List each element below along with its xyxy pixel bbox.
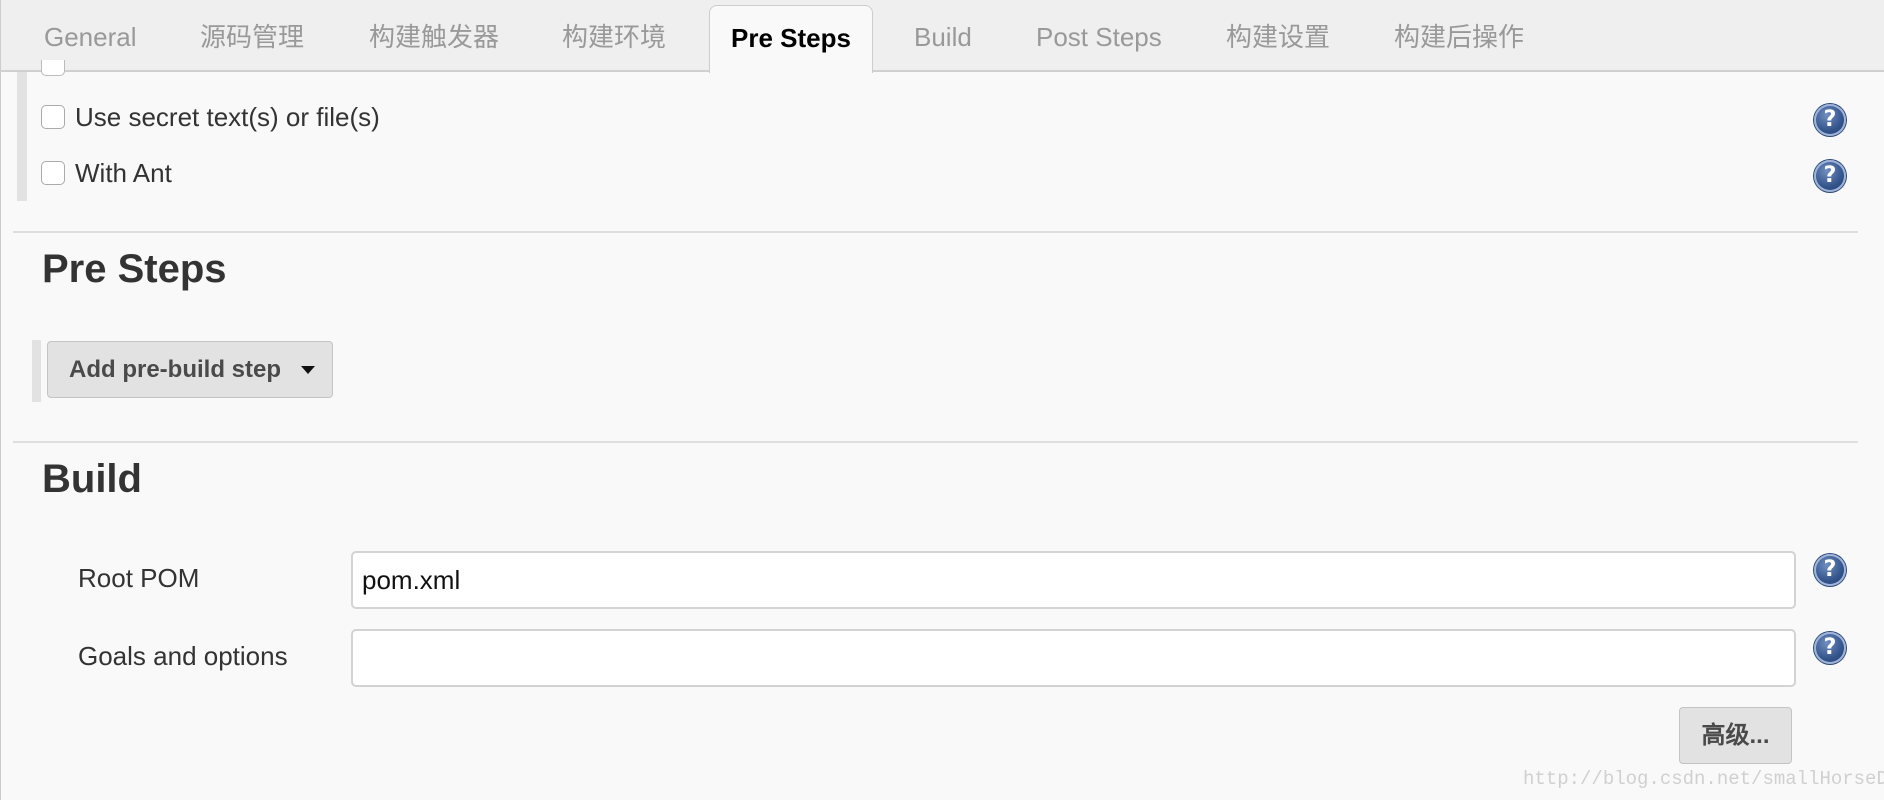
root-pom-input[interactable] — [351, 551, 1796, 609]
with-ant-label: With Ant — [75, 157, 172, 188]
add-pre-build-step-button[interactable]: Add pre-build step — [47, 341, 333, 398]
tab-post-build-actions[interactable]: 构建后操作 — [1394, 16, 1524, 58]
config-form: Use secret text(s) or file(s) ? With Ant… — [0, 60, 1884, 800]
option-with-ant: With Ant — [41, 158, 172, 188]
option-use-secret: Use secret text(s) or file(s) — [41, 102, 380, 132]
tab-source-management[interactable]: 源码管理 — [200, 16, 304, 58]
tab-build-triggers[interactable]: 构建触发器 — [369, 16, 499, 58]
goals-options-input[interactable] — [351, 629, 1796, 687]
help-icon[interactable]: ? — [1814, 160, 1846, 192]
tab-build-settings[interactable]: 构建设置 — [1226, 16, 1330, 58]
add-pre-build-step-label: Add pre-build step — [69, 355, 281, 383]
section-indent-bar — [32, 340, 41, 402]
build-heading: Build — [42, 457, 142, 501]
use-secret-checkbox[interactable] — [41, 105, 65, 129]
use-secret-label: Use secret text(s) or file(s) — [75, 101, 380, 132]
tab-post-steps[interactable]: Post Steps — [1036, 16, 1162, 58]
help-icon[interactable]: ? — [1814, 104, 1846, 136]
watermark-text: http://blog.csdn.net/smallHorseDaDa — [1523, 768, 1884, 790]
tab-bar: General 源码管理 构建触发器 构建环境 Pre Steps Build … — [0, 0, 1884, 73]
tab-build[interactable]: Build — [914, 16, 972, 58]
section-divider — [13, 231, 1858, 233]
with-ant-checkbox[interactable] — [41, 161, 65, 185]
tab-pre-steps[interactable]: Pre Steps — [709, 5, 873, 73]
advanced-button[interactable]: 高级... — [1679, 707, 1792, 764]
root-pom-label: Root POM — [78, 563, 200, 593]
tab-general[interactable]: General — [44, 16, 137, 58]
tab-build-environment[interactable]: 构建环境 — [562, 16, 666, 58]
goals-options-label: Goals and options — [78, 641, 288, 671]
help-icon[interactable]: ? — [1814, 632, 1846, 664]
help-icon[interactable]: ? — [1814, 554, 1846, 586]
checkbox-partially-visible[interactable] — [41, 60, 65, 76]
pre-steps-heading: Pre Steps — [42, 247, 227, 291]
section-indent-bar — [17, 72, 27, 201]
caret-down-icon — [301, 365, 315, 374]
section-divider — [13, 441, 1858, 443]
